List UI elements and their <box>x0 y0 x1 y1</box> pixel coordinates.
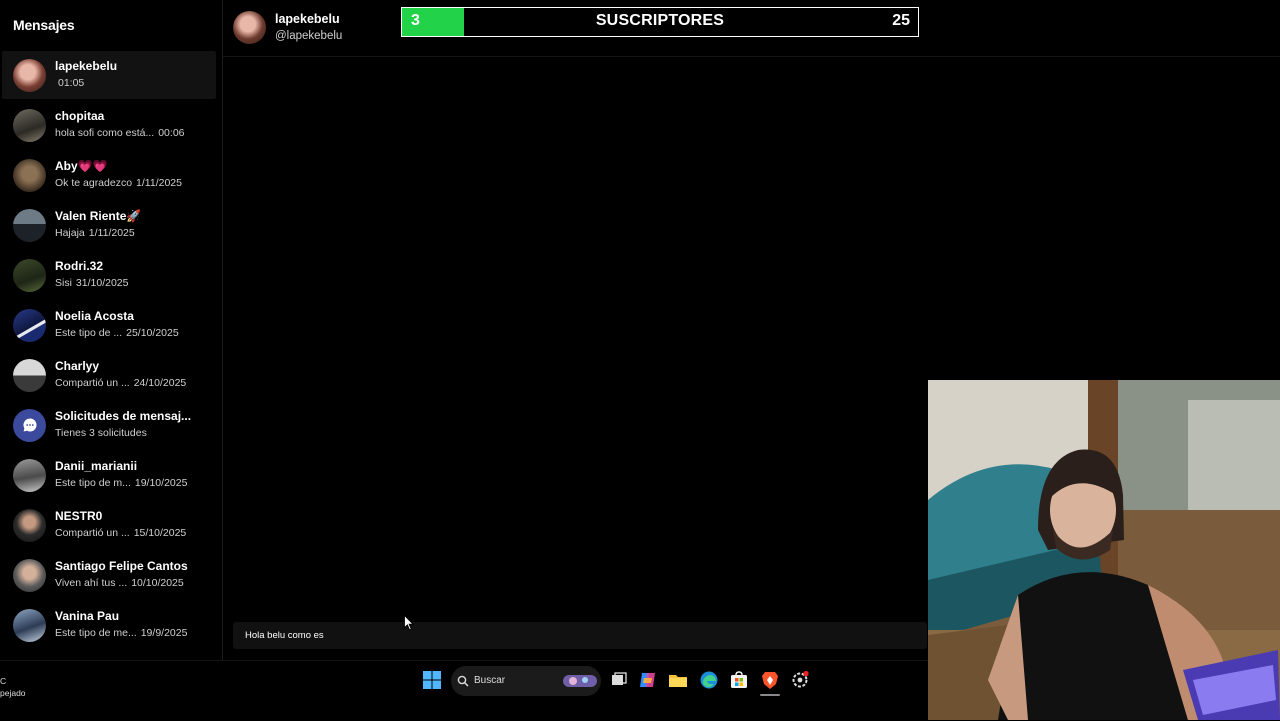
chat-contact-name[interactable]: lapekebelu <box>275 12 340 26</box>
chat-contact-handle: @lapekebelu <box>275 30 343 42</box>
weather-condition: pejado <box>0 688 26 698</box>
avatar <box>13 258 46 292</box>
chat-avatar[interactable] <box>233 11 266 44</box>
avatar <box>13 108 46 142</box>
conversation-item-nestr0[interactable]: NESTR0 Compartió un ... 15/10/2025 <box>2 501 216 549</box>
conversation-time: 1/11/2025 <box>136 177 182 189</box>
avatar <box>13 158 46 192</box>
search-highlight-icon <box>563 675 597 687</box>
conversation-preview: Ok te agradezco <box>55 177 133 189</box>
conversation-item-chopitaa[interactable]: chopitaa hola sofi como está... 00:06 <box>2 101 216 149</box>
conversation-time: 00:06 <box>158 127 185 139</box>
conversation-time: 19/10/2025 <box>134 477 188 489</box>
conversation-time: 31/10/2025 <box>75 277 129 289</box>
conversation-name: Danii_marianii <box>55 459 138 473</box>
conversation-sidebar: Mensajes lapekebelu 01:05 chopitaa hola … <box>0 0 223 660</box>
conversation-time: 1/11/2025 <box>88 227 135 239</box>
copilot-icon[interactable] <box>638 670 658 690</box>
conversation-name: lapekebelu <box>55 59 118 73</box>
webcam-overlay <box>928 380 1280 720</box>
conversation-item-message-requests[interactable]: Solicitudes de mensaj... Tienes 3 solici… <box>2 401 216 449</box>
conversation-time: 10/10/2025 <box>131 577 184 589</box>
conversation-time: 25/10/2025 <box>126 327 179 339</box>
mouse-pointer-icon <box>404 615 414 631</box>
conversation-name: Rodri.32 <box>55 259 104 273</box>
windows-taskbar: C pejado Buscar <box>0 660 928 721</box>
avatar <box>13 358 46 392</box>
conversation-preview: Sisi <box>55 277 72 289</box>
message-requests-icon <box>13 408 46 442</box>
avatar <box>13 58 46 92</box>
taskbar-search-box[interactable]: Buscar <box>451 666 601 696</box>
conversation-preview: Este tipo de ... <box>55 327 123 339</box>
conversation-time: 15/10/2025 <box>133 527 187 539</box>
conversation-item-danii-marianii[interactable]: Danii_marianii Este tipo de m... 19/10/20… <box>2 451 216 499</box>
conversation-name: Aby💗💗 <box>55 159 108 173</box>
conversation-item-aby[interactable]: Aby💗💗 Ok te agradezco 1/11/2025 <box>2 151 216 199</box>
conversation-name: Solicitudes de mensaj... <box>55 409 192 423</box>
conversation-name: Santiago Felipe Cantos <box>55 559 188 573</box>
conversation-item-noelia-acosta[interactable]: Noelia Acosta Este tipo de ... 25/10/2025 <box>2 301 216 349</box>
subscriber-goal-label: SUSCRIPTORES <box>595 12 725 29</box>
subscriber-goal-banner: 3 SUSCRIPTORES 25 <box>401 7 919 37</box>
conversation-time: 24/10/2025 <box>133 377 187 389</box>
sidebar-title: Mensajes <box>13 17 75 33</box>
store-icon[interactable] <box>729 670 749 690</box>
conversation-item-lapekebelu[interactable]: lapekebelu 01:05 <box>2 51 216 99</box>
avatar <box>13 508 46 542</box>
conversation-item-rodri32[interactable]: Rodri.32 Sisi 31/10/2025 <box>2 251 216 299</box>
brave-active-indicator <box>760 694 780 696</box>
weather-temperature: C <box>0 676 7 686</box>
conversation-time: 19/9/2025 <box>140 627 188 639</box>
conversation-preview: Este tipo de m... <box>55 477 131 489</box>
edge-icon[interactable] <box>699 670 719 690</box>
conversation-preview: Tienes 3 solicitudes <box>55 427 147 439</box>
brave-icon[interactable] <box>760 670 780 690</box>
conversation-name: NESTR0 <box>55 509 103 523</box>
conversation-preview: Compartió un ... <box>55 377 130 389</box>
message-input[interactable] <box>233 622 927 649</box>
conversation-preview: Compartió un ... <box>55 527 130 539</box>
windows-start-icon[interactable] <box>422 670 442 690</box>
conversation-preview: Este tipo de me... <box>55 627 137 639</box>
conversation-preview: Hajaja <box>55 227 85 239</box>
avatar <box>13 458 46 492</box>
conversation-item-valen-riente[interactable]: Valen Riente🚀 Hajaja 1/11/2025 <box>2 201 216 249</box>
webcam-feed-image <box>928 380 1280 720</box>
conversation-item-santiago-felipe-cantos[interactable]: Santiago Felipe Cantos Viven ahí tus ...… <box>2 551 216 599</box>
conversation-name: Vanina Pau <box>55 609 120 623</box>
search-icon <box>457 675 469 687</box>
task-view-icon[interactable] <box>609 670 629 690</box>
avatar <box>13 208 46 242</box>
conversation-name: Charlyy <box>55 359 100 373</box>
conversation-preview: Viven ahí tus ... <box>55 577 128 589</box>
settings-icon[interactable] <box>790 670 810 690</box>
conversation-name: Valen Riente🚀 <box>55 209 142 223</box>
conversation-name: Noelia Acosta <box>55 309 134 323</box>
avatar <box>13 608 46 642</box>
avatar <box>13 558 46 592</box>
conversation-name: chopitaa <box>55 109 105 123</box>
subscriber-goal-target: 25 <box>892 12 910 29</box>
file-explorer-icon[interactable] <box>668 670 688 690</box>
conversation-item-vanina-pau[interactable]: Vanina Pau Este tipo de me... 19/9/2025 <box>2 601 216 649</box>
avatar <box>13 308 46 342</box>
weather-widget[interactable]: C pejado <box>0 675 26 699</box>
conversation-item-charlyy[interactable]: Charlyy Compartió un ... 24/10/2025 <box>2 351 216 399</box>
search-placeholder: Buscar <box>474 675 506 686</box>
conversation-time: 01:05 <box>58 77 85 89</box>
conversation-preview: hola sofi como está... <box>55 127 155 139</box>
